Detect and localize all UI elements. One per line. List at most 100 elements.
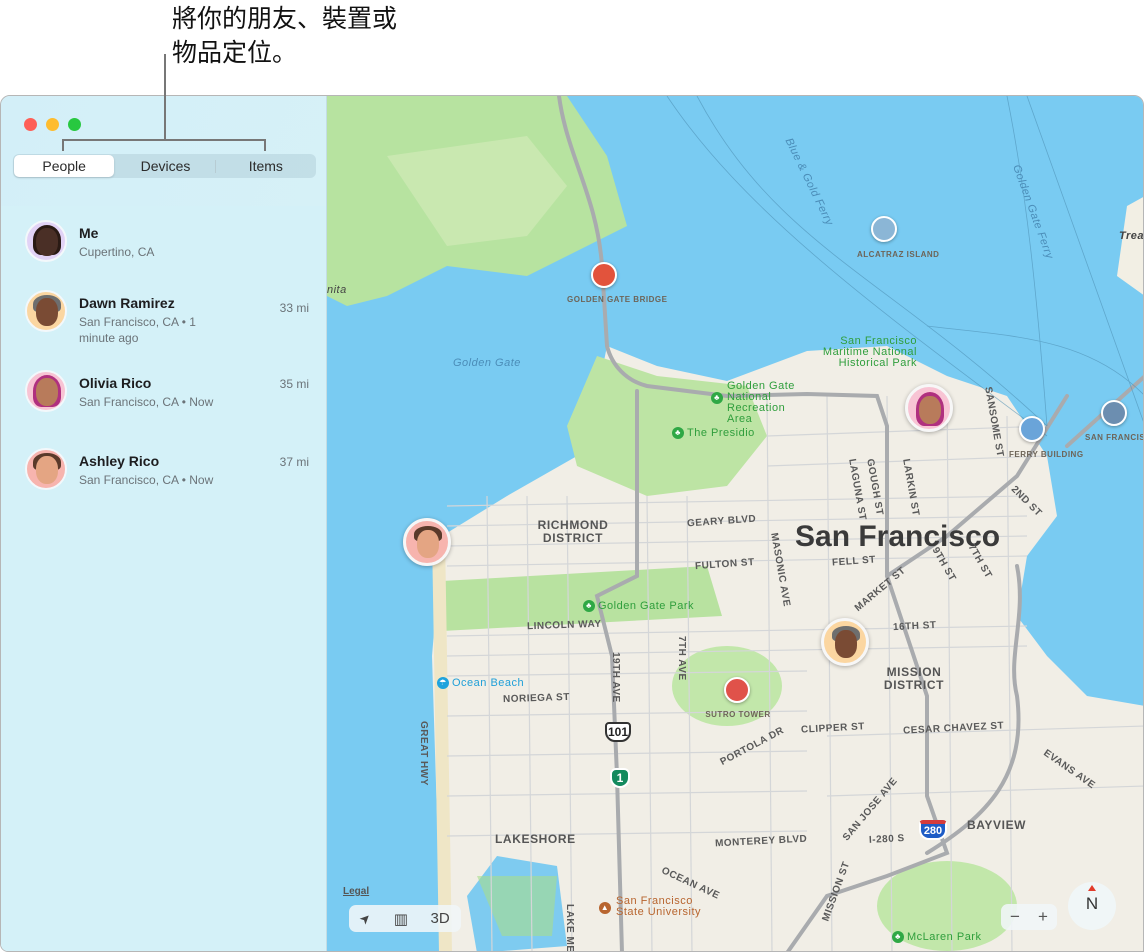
tab-items[interactable]: Items xyxy=(216,154,316,178)
person-row-olivia-rico[interactable]: Olivia Rico San Francisco, CA • Now 35 m… xyxy=(1,366,326,444)
water-label-golden-gate: Golden Gate xyxy=(453,357,521,369)
people-list: Me Cupertino, CA Dawn Ramirez San Franci… xyxy=(1,206,326,522)
school-icon: ▲ xyxy=(599,902,611,914)
zoom-out-button[interactable]: − xyxy=(1010,907,1020,927)
poi-label-bay-bridge: SAN FRANCISCO-OAKLAND BAY BRIDGE xyxy=(1085,433,1143,442)
map-mode-icon[interactable]: ▥ xyxy=(394,910,408,928)
park-label-presidio-text: The Presidio xyxy=(687,426,755,439)
map-pin-dawn-ramirez[interactable] xyxy=(821,618,869,666)
avatar-face xyxy=(36,298,58,326)
district-label-bayview: BAYVIEW xyxy=(967,818,1027,832)
person-distance: 37 mi xyxy=(279,455,309,469)
person-distance: 35 mi xyxy=(279,377,309,391)
tab-people[interactable]: People xyxy=(14,155,115,177)
water-label-sausalito: nita xyxy=(327,284,347,296)
map-controls: ➤ ▥ 3D xyxy=(349,905,461,932)
minimize-button[interactable] xyxy=(46,118,59,131)
alcatraz-icon[interactable] xyxy=(871,216,897,242)
poi-label-ferry-building: FERRY BUILDING xyxy=(1009,450,1084,459)
street-great-hwy: GREAT HWY xyxy=(418,721,429,786)
park-label-mclaren-text: McLaren Park xyxy=(907,930,982,943)
north-indicator-icon xyxy=(1088,885,1096,891)
close-button[interactable] xyxy=(24,118,37,131)
avatar xyxy=(25,290,67,332)
sfsu-text: San Francisco State University xyxy=(616,895,702,918)
callout-bracket-right xyxy=(264,139,266,151)
avatar-face xyxy=(36,378,58,406)
park-label-golden-gate-park: ♣ Golden Gate Park xyxy=(583,600,694,612)
legal-link[interactable]: Legal xyxy=(343,886,369,897)
person-name: Ashley Rico xyxy=(79,453,160,469)
avatar xyxy=(25,220,67,262)
callout-text: 將你的朋友、裝置或 物品定位。 xyxy=(172,2,397,70)
treasure-island xyxy=(1117,197,1143,295)
person-location: San Francisco, CA • Now xyxy=(79,395,214,409)
park-label-ggnra-text: Golden Gate National Recreation Area xyxy=(727,380,795,425)
poi-label-sutro-tower: SUTRO TOWER xyxy=(705,710,771,719)
location-arrow-icon[interactable]: ➤ xyxy=(356,909,375,928)
ca-1-shield: 1 xyxy=(610,768,630,788)
park-label-presidio: ♣ The Presidio xyxy=(672,427,755,439)
park-label-ggnra: ♣ Golden Gate National Recreation Area xyxy=(711,381,811,425)
zoom-controls: − + xyxy=(1001,904,1057,930)
ferry-route xyxy=(1006,96,1048,427)
ferry-building-icon[interactable] xyxy=(1019,416,1045,442)
poi-label-sfsu: ▲ San Francisco State University xyxy=(599,896,719,918)
person-row-dawn-ramirez[interactable]: Dawn Ramirez San Francisco, CA • 1 minut… xyxy=(1,284,326,366)
compass[interactable]: N xyxy=(1068,882,1116,930)
person-name: Me xyxy=(79,225,99,241)
street-16th: 16TH ST xyxy=(892,619,937,634)
tree-icon: ♣ xyxy=(672,427,684,439)
map-pin-ashley-rico[interactable] xyxy=(403,518,451,566)
us-101-shield: 101 xyxy=(605,722,631,742)
person-name: Olivia Rico xyxy=(79,375,152,391)
pin-face xyxy=(919,396,941,424)
i-280-shield: 280 xyxy=(919,820,947,840)
street-noriega: NORIEGA ST xyxy=(502,691,571,706)
ocean-beach-text: Ocean Beach xyxy=(452,676,525,689)
poi-label-golden-gate-bridge: GOLDEN GATE BRIDGE xyxy=(567,295,668,304)
avatar xyxy=(25,448,67,490)
poi-label-alcatraz: ALCATRAZ ISLAND xyxy=(857,250,940,259)
callout-leader xyxy=(164,54,166,139)
golden-gate-bridge-icon[interactable] xyxy=(591,262,617,288)
callout-line-1: 將你的朋友、裝置或 xyxy=(172,4,398,33)
3d-button[interactable]: 3D xyxy=(431,910,450,927)
beach-icon: ☂ xyxy=(437,677,449,689)
pin-face xyxy=(835,630,857,658)
person-location: Cupertino, CA xyxy=(79,245,155,259)
pin-face xyxy=(417,530,439,558)
bay-bridge-icon[interactable] xyxy=(1101,400,1127,426)
person-row-ashley-rico[interactable]: Ashley Rico San Francisco, CA • Now 37 m… xyxy=(1,444,326,522)
map-pin-olivia-rico[interactable] xyxy=(905,384,953,432)
find-my-window: People Devices Items Me Cupertino, CA Da… xyxy=(0,95,1144,952)
person-location: San Francisco, CA • Now xyxy=(79,473,214,487)
tab-devices[interactable]: Devices xyxy=(115,154,215,178)
street-7th-ave: 7TH AVE xyxy=(676,636,687,681)
street-lake-merced: LAKE MEF xyxy=(564,904,575,951)
tree-icon: ♣ xyxy=(711,392,723,404)
zoom-in-button[interactable]: + xyxy=(1038,907,1048,927)
park-label-maritime-text: San Francisco Maritime National Historic… xyxy=(822,335,917,369)
district-label-richmond: RICHMOND DISTRICT xyxy=(537,518,609,545)
avatar xyxy=(25,370,67,412)
person-name: Dawn Ramirez xyxy=(79,295,175,311)
map-view[interactable]: Golden Gate Blue & Gold Ferry Golden Gat… xyxy=(327,96,1143,951)
segmented-tabs: People Devices Items xyxy=(13,154,316,178)
avatar-face xyxy=(36,456,58,484)
zoom-button[interactable] xyxy=(68,118,81,131)
callout-line-2: 物品定位。 xyxy=(172,38,298,67)
district-label-mission: MISSION DISTRICT xyxy=(883,665,945,692)
park-label-mclaren: ♣ McLaren Park xyxy=(892,931,981,943)
district-label-lakeshore: LAKESHORE xyxy=(495,832,576,846)
tab-divider xyxy=(215,160,216,173)
sidebar: People Devices Items Me Cupertino, CA Da… xyxy=(1,96,327,951)
street-19th-ave: 19TH AVE xyxy=(610,652,621,703)
callout-bracket-left xyxy=(62,139,64,151)
person-row-me[interactable]: Me Cupertino, CA xyxy=(1,206,326,284)
sutro-tower-icon[interactable] xyxy=(724,677,750,703)
park-label-maritime: San Francisco Maritime National Historic… xyxy=(797,336,917,369)
water-label-treasure-island: Trea xyxy=(1119,230,1143,242)
poi-label-ocean-beach: ☂ Ocean Beach xyxy=(437,677,524,689)
compass-label: N xyxy=(1085,894,1099,913)
